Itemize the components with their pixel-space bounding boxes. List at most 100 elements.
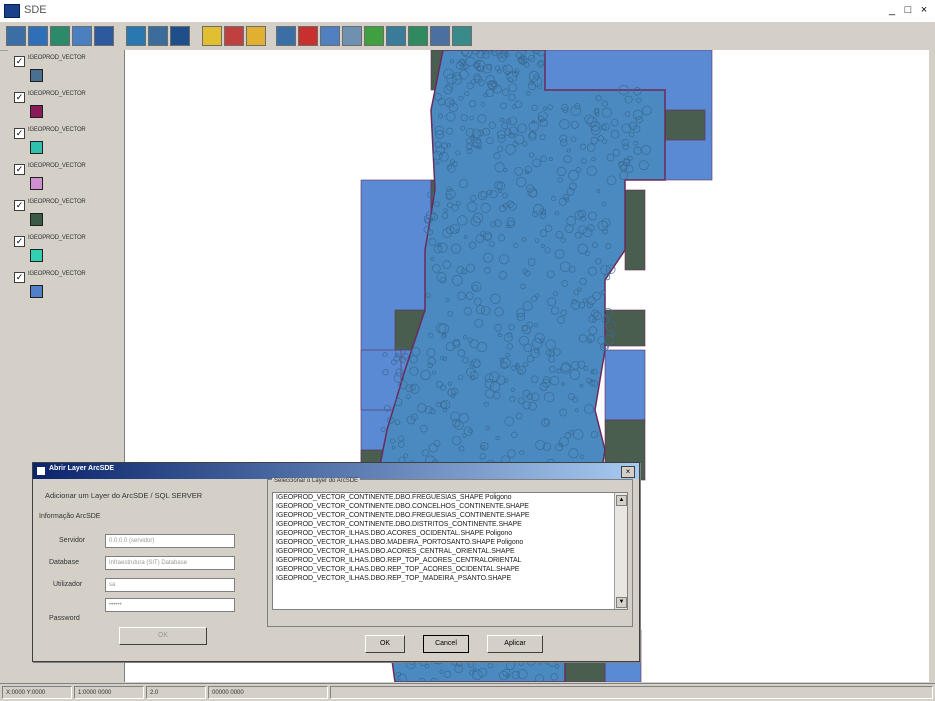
- password-input[interactable]: ••••••: [105, 598, 235, 612]
- window-controls: _ □ ×: [885, 3, 931, 17]
- map-grid-cell: [664, 109, 706, 141]
- delete-icon[interactable]: [298, 26, 318, 46]
- layer-color-swatch: [30, 177, 43, 190]
- print-icon[interactable]: [276, 26, 296, 46]
- export-icon[interactable]: [430, 26, 450, 46]
- list-item[interactable]: IGEOPROD_VECTOR_CONTINENTE.DBO.FREGUESIA…: [273, 493, 627, 502]
- layer-color-swatch: [30, 69, 43, 82]
- dialog-title-bar: Abrir Layer ArcSDE ×: [33, 463, 639, 479]
- layer-item[interactable]: ✓ IGEOPROD_VECTOR: [14, 126, 124, 156]
- scroll-down-icon[interactable]: ▼: [616, 597, 627, 608]
- layer-checkbox[interactable]: ✓: [14, 128, 25, 139]
- layer-color-swatch: [30, 105, 43, 118]
- layer-color-swatch: [30, 141, 43, 154]
- list-item[interactable]: IGEOPROD_VECTOR_ILHAS.DBO.REP_TOP_ACORES…: [273, 556, 627, 565]
- connect-button[interactable]: OK: [119, 627, 207, 645]
- listbox-scrollbar[interactable]: ▲ ▼: [614, 493, 627, 609]
- select-icon[interactable]: [364, 26, 384, 46]
- list-item[interactable]: IGEOPROD_VECTOR_CONTINENTE.DBO.DISTRITOS…: [273, 520, 627, 529]
- layer-checkbox[interactable]: ✓: [14, 56, 25, 67]
- help-icon[interactable]: [452, 26, 472, 46]
- database-label: Database: [49, 559, 79, 566]
- list-item[interactable]: IGEOPROD_VECTOR_ILHAS.DBO.ACORES_OCIDENT…: [273, 529, 627, 538]
- list-item[interactable]: IGEOPROD_VECTOR_ILHAS.DBO.REP_TOP_ACORES…: [273, 565, 627, 574]
- layer-checkbox[interactable]: ✓: [14, 164, 25, 175]
- status-empty: [330, 686, 933, 699]
- layer-list-label: Seleccionar o Layer do ArcSDE: [272, 478, 361, 484]
- user-label: Utilizador: [53, 581, 83, 588]
- info-icon[interactable]: [170, 26, 190, 46]
- layer-listbox[interactable]: IGEOPROD_VECTOR_CONTINENTE.DBO.FREGUESIA…: [272, 492, 628, 610]
- layer-name: IGEOPROD_VECTOR: [28, 235, 86, 241]
- status-coords: X:0000 Y:0000: [2, 686, 72, 699]
- layer-name: IGEOPROD_VECTOR: [28, 271, 86, 277]
- layer-name: IGEOPROD_VECTOR: [28, 163, 86, 169]
- layer-item[interactable]: ✓ IGEOPROD_VECTOR: [14, 90, 124, 120]
- list-item[interactable]: IGEOPROD_VECTOR_ILHAS.DBO.REP_TOP_MADEIR…: [273, 574, 627, 583]
- layer-name: IGEOPROD_VECTOR: [28, 199, 86, 205]
- toolbar: [0, 22, 935, 51]
- zoom-in-icon[interactable]: [28, 26, 48, 46]
- identify-icon[interactable]: [94, 26, 114, 46]
- dialog-close-button[interactable]: ×: [621, 466, 635, 478]
- title-bar: SDE _ □ ×: [0, 0, 935, 23]
- layer-color-swatch: [30, 249, 43, 262]
- layer-checkbox[interactable]: ✓: [14, 236, 25, 247]
- user-input[interactable]: sa: [105, 578, 235, 592]
- status-info: 00000 0000: [208, 686, 328, 699]
- map-grid-cell: [624, 189, 646, 271]
- dialog-icon: [37, 467, 45, 475]
- close-button[interactable]: ×: [917, 3, 931, 17]
- ok-button[interactable]: OK: [365, 635, 405, 653]
- layer-item[interactable]: ✓ IGEOPROD_VECTOR: [14, 234, 124, 264]
- layer-checkbox[interactable]: ✓: [14, 92, 25, 103]
- cancel-button[interactable]: Cancel: [423, 635, 469, 653]
- layer-item[interactable]: ✓ IGEOPROD_VECTOR: [14, 270, 124, 300]
- pan-icon[interactable]: [72, 26, 92, 46]
- list-item[interactable]: IGEOPROD_VECTOR_CONTINENTE.DBO.FREGUESIA…: [273, 511, 627, 520]
- status-scale: 1:0000 0000: [74, 686, 144, 699]
- maximize-button[interactable]: □: [901, 3, 915, 17]
- layer-item[interactable]: ✓ IGEOPROD_VECTOR: [14, 54, 124, 84]
- status-value: 2.0: [146, 686, 206, 699]
- layer-name: IGEOPROD_VECTOR: [28, 91, 86, 97]
- save-icon[interactable]: [320, 26, 340, 46]
- layer-item[interactable]: ✓ IGEOPROD_VECTOR: [14, 162, 124, 192]
- layer-checkbox[interactable]: ✓: [14, 272, 25, 283]
- apply-button[interactable]: Aplicar: [487, 635, 543, 653]
- full-extent-icon[interactable]: [126, 26, 146, 46]
- layer-checkbox[interactable]: ✓: [14, 200, 25, 211]
- server-label: Servidor: [59, 537, 86, 544]
- layer-color-swatch: [30, 285, 43, 298]
- measure-icon[interactable]: [342, 26, 362, 46]
- info-label: Informação ArcSDE: [39, 513, 101, 520]
- folder-icon[interactable]: [246, 26, 266, 46]
- zoom-out-icon[interactable]: [50, 26, 70, 46]
- map-grid-block: [604, 349, 646, 421]
- edit-icon[interactable]: [202, 26, 222, 46]
- scroll-up-icon[interactable]: ▲: [616, 495, 627, 506]
- list-item[interactable]: IGEOPROD_VECTOR_ILHAS.DBO.MADEIRA_PORTOS…: [273, 538, 627, 547]
- app-icon: [4, 4, 20, 18]
- layer-item[interactable]: ✓ IGEOPROD_VECTOR: [14, 198, 124, 228]
- layer-list-group: Seleccionar o Layer do ArcSDE IGEOPROD_V…: [267, 478, 633, 627]
- server-input[interactable]: 0.0.0.0 (servidor): [105, 534, 235, 548]
- map-grid-cell: [604, 309, 646, 347]
- open-layer-dialog: Abrir Layer ArcSDE × Adicionar um Layer …: [32, 462, 640, 662]
- minimize-button[interactable]: _: [885, 3, 899, 17]
- database-input[interactable]: Infraestrutura (SIT) Database: [105, 556, 235, 570]
- window-title: SDE: [24, 4, 47, 16]
- legend-icon[interactable]: [408, 26, 428, 46]
- password-label: Password: [49, 615, 80, 622]
- open-icon[interactable]: [6, 26, 26, 46]
- add-layer-icon[interactable]: [224, 26, 244, 46]
- list-item[interactable]: IGEOPROD_VECTOR_CONTINENTE.DBO.CONCELHOS…: [273, 502, 627, 511]
- query-icon[interactable]: [386, 26, 406, 46]
- list-item[interactable]: IGEOPROD_VECTOR_ILHAS.DBO.ACORES_CENTRAL…: [273, 547, 627, 556]
- layer-color-swatch: [30, 213, 43, 226]
- map-scrollbar[interactable]: [929, 50, 935, 682]
- layer-name: IGEOPROD_VECTOR: [28, 55, 86, 61]
- table-icon[interactable]: [148, 26, 168, 46]
- dialog-heading: Adicionar um Layer do ArcSDE / SQL SERVE…: [45, 491, 203, 500]
- status-bar: X:0000 Y:0000 1:0000 0000 2.0 00000 0000: [0, 683, 935, 701]
